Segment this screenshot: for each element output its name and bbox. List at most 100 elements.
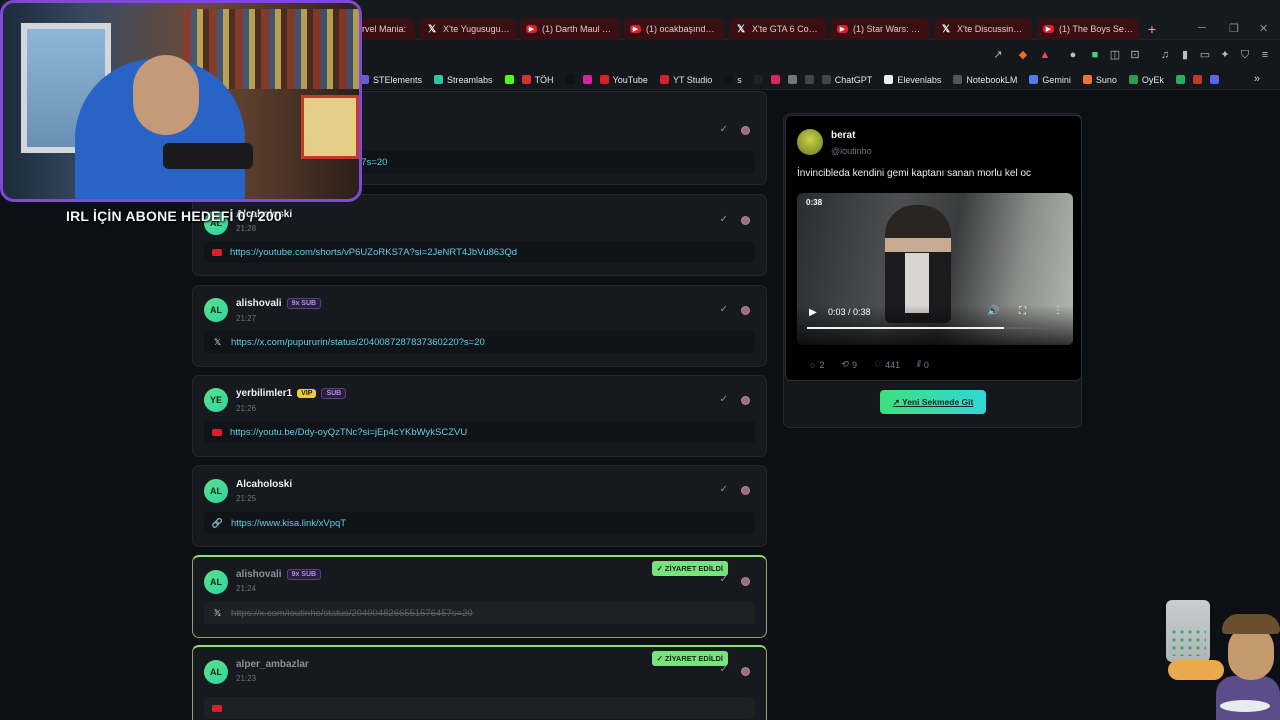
sidebar-icon[interactable]: ▮ <box>1178 48 1192 62</box>
bookmark-item[interactable] <box>804 75 814 84</box>
reply-stat[interactable]: ○ 2 <box>810 359 824 370</box>
browser-tab[interactable]: 𝕏 X'te Yugusuguf Arg <box>420 18 516 40</box>
link-row[interactable] <box>204 697 755 719</box>
browser-tab[interactable]: ▶ (1) The Boys Season <box>1037 18 1139 40</box>
wallet-icon[interactable]: ▭ <box>1198 48 1212 62</box>
vpn-icon[interactable]: ⛉ <box>1238 48 1252 62</box>
bookmark-label: YT Studio <box>672 74 713 85</box>
extension-icon[interactable]: ◫ <box>1108 48 1122 62</box>
share-icon[interactable]: ↗ <box>991 48 1005 62</box>
bookmark-item[interactable]: Suno <box>1082 75 1117 85</box>
bookmark-item[interactable] <box>565 75 575 84</box>
avatar[interactable] <box>797 129 823 155</box>
delete-icon[interactable] <box>741 667 750 676</box>
progress-fill <box>807 327 1005 329</box>
brave-shield-icon[interactable]: ◆ <box>1016 48 1030 62</box>
link-row[interactable]: https://youtube.com/shorts/vP6UZoRKS7A?s… <box>204 241 755 263</box>
bookmark-item[interactable]: TÖH <box>521 75 554 85</box>
rewards-icon[interactable]: ▲ <box>1038 48 1052 62</box>
bookmark-item[interactable] <box>1192 75 1202 84</box>
tweet-author-handle[interactable]: @ioutinho <box>831 146 872 156</box>
maximize-icon[interactable]: ❐ <box>1229 22 1239 35</box>
media-icon[interactable]: ♫ <box>1158 48 1172 62</box>
avatar: AL <box>204 660 228 684</box>
bookmark-item[interactable] <box>582 75 592 84</box>
minimize-icon[interactable]: ─ <box>1198 22 1206 34</box>
bookmark-item[interactable]: YouTube <box>599 75 648 85</box>
link-url[interactable]: https://youtube.com/shorts/vP6UZoRKS7A?s… <box>230 247 517 258</box>
vip-badge: VIP <box>297 389 317 398</box>
browser-tab[interactable]: ▶ (1) ocakbaşındaki al <box>624 18 724 40</box>
progress-bar[interactable] <box>807 327 1063 329</box>
delete-icon[interactable] <box>741 396 750 405</box>
bookmark-icon <box>1192 75 1202 84</box>
delete-icon[interactable] <box>741 126 750 135</box>
close-window-icon[interactable]: ✕ <box>1259 22 1268 35</box>
bookmark-item[interactable] <box>770 75 780 84</box>
delete-icon[interactable] <box>741 486 750 495</box>
views-stat[interactable]: ⫴ 0 <box>916 359 929 370</box>
link-row[interactable]: 𝕏 https://x.com/ioutinho/status/20400482… <box>204 602 755 624</box>
tweet-author-name[interactable]: berat <box>831 130 855 141</box>
play-icon[interactable]: ▶ <box>809 307 817 318</box>
timestamp: 21:28 <box>236 224 257 233</box>
bookmark-item[interactable]: s <box>724 75 742 85</box>
mascot-hand <box>1168 660 1224 680</box>
link-row[interactable]: https://youtu.be/Ddy-oyQzTNc?si=jEp4cYKb… <box>204 421 755 443</box>
bookmark-label: s <box>737 74 742 85</box>
bookmark-item[interactable] <box>753 75 763 84</box>
link-url[interactable]: https://x.com/pupururin/status/204008728… <box>231 337 485 348</box>
bookmark-item[interactable] <box>1175 75 1185 84</box>
link-row[interactable]: 𝕏 https://x.com/pupururin/status/2040087… <box>204 331 755 353</box>
username: yerbilimler1 <box>236 388 293 399</box>
extension-icon[interactable]: ■ <box>1088 48 1102 62</box>
reply-count: 2 <box>819 359 825 370</box>
avatar: AL <box>204 298 228 322</box>
link-url[interactable]: https://x.com/ioutinho/status/2040048266… <box>231 608 473 619</box>
browser-tab[interactable]: ▶ (1) Star Wars: Maul <box>831 18 929 40</box>
delete-icon[interactable] <box>741 216 750 225</box>
fullscreen-icon[interactable]: ⛶ <box>1019 306 1026 317</box>
bookmark-item[interactable]: Streamlabs <box>434 75 493 85</box>
delete-icon[interactable] <box>741 306 750 315</box>
open-new-tab-button[interactable]: ↗ Yeni Sekmede Git <box>880 390 986 414</box>
link-row[interactable]: 🔗 https://www.kisa.link/xVpqT <box>204 512 755 534</box>
bookmark-item[interactable]: NotebookLM <box>953 75 1017 85</box>
bookmark-item[interactable] <box>504 75 514 84</box>
link-url[interactable]: https://youtu.be/Ddy-oyQzTNc?si=jEp4cYKb… <box>230 427 467 438</box>
check-icon[interactable]: ✓ <box>720 484 728 495</box>
video-player[interactable]: 0:38 ▶ 0:03 / 0:38 🔊 ⛶ ⋮ <box>797 193 1073 345</box>
bookmark-item[interactable]: STElements <box>360 75 422 85</box>
check-icon[interactable]: ✓ <box>720 304 728 315</box>
tab-label: (1) Darth Maul Char <box>542 24 614 34</box>
like-stat[interactable]: ♡ 441 <box>873 359 900 370</box>
check-icon[interactable]: ✓ <box>720 574 728 585</box>
new-tab-button[interactable]: + <box>1144 21 1160 37</box>
webcam-overlay <box>0 0 362 202</box>
check-icon[interactable]: ✓ <box>720 394 728 405</box>
bookmark-item[interactable]: Gemini <box>1029 75 1071 85</box>
extension-icon[interactable]: ● <box>1066 48 1080 62</box>
more-icon[interactable]: ⋮ <box>1053 305 1063 316</box>
menu-icon[interactable]: ≡ <box>1258 48 1272 62</box>
bookmark-item[interactable]: YT Studio <box>659 74 713 85</box>
browser-tab[interactable]: 𝕏 X'te GTA 6 Countdo <box>729 18 827 40</box>
repost-stat[interactable]: ⟲ 9 <box>840 359 857 370</box>
browser-tab[interactable]: 𝕏 X'te DiscussingFilm <box>934 18 1032 40</box>
bookmark-item[interactable]: ChatGPT <box>821 75 872 85</box>
delete-icon[interactable] <box>741 577 750 586</box>
volume-icon[interactable]: 🔊 <box>987 306 999 317</box>
bookmark-item[interactable] <box>1209 75 1219 84</box>
tweet-embed[interactable]: berat @ioutinho İnvincibleda kendini gem… <box>785 115 1082 381</box>
link-url[interactable]: https://www.kisa.link/xVpqT <box>231 518 346 529</box>
bookmark-item[interactable]: Elevenlabs <box>884 75 941 85</box>
bookmark-item[interactable]: OyEk <box>1128 75 1164 85</box>
check-icon[interactable]: ✓ <box>720 664 728 675</box>
check-icon[interactable]: ✓ <box>720 214 728 225</box>
browser-tab[interactable]: ▶ (1) Darth Maul Char <box>520 18 620 40</box>
chevron-right-icon[interactable]: » <box>1254 73 1260 85</box>
bookmark-item[interactable] <box>787 75 797 84</box>
check-icon[interactable]: ✓ <box>720 124 728 135</box>
leo-icon[interactable]: ✦ <box>1218 48 1232 62</box>
extension-icon[interactable]: ⊡ <box>1128 48 1142 62</box>
